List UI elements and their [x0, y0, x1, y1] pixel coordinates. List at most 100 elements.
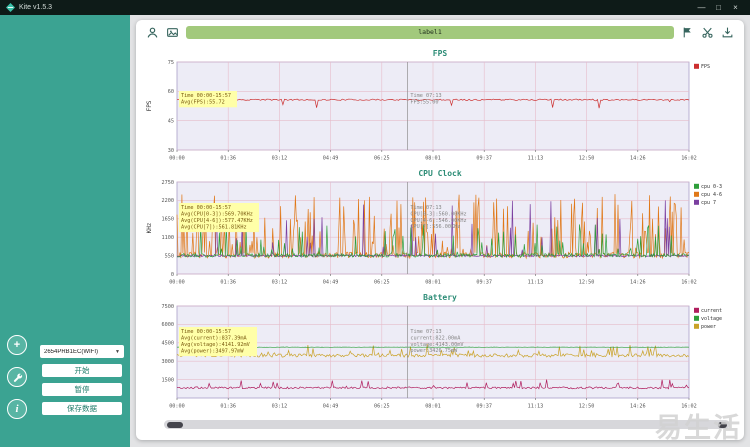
svg-text:08:01: 08:01 [425, 280, 441, 286]
svg-text:Time 00:00-15:57: Time 00:00-15:57 [181, 329, 231, 335]
chevron-down-icon: ▼ [115, 348, 120, 355]
pause-button[interactable]: 暂停 [42, 383, 122, 396]
user-icon[interactable] [146, 26, 159, 39]
svg-text:current: current [701, 308, 722, 314]
label-input[interactable]: label1 [186, 25, 674, 39]
svg-text:550: 550 [165, 253, 174, 259]
svg-text:14:26: 14:26 [630, 280, 646, 286]
svg-text:KHz: KHz [146, 222, 153, 233]
cpu-chart-block: CPU Clock 2750 2200 1650 1100 550 0 00:00 01:36… [144, 169, 736, 288]
svg-text:Time 07:13: Time 07:13 [410, 205, 441, 211]
svg-text:Time 07:13: Time 07:13 [410, 93, 441, 99]
svg-text:09:37: 09:37 [476, 280, 492, 286]
scrollbar-thumb[interactable] [167, 421, 183, 428]
start-button[interactable]: 开始 [42, 364, 122, 377]
svg-text:08:01: 08:01 [425, 156, 441, 162]
svg-text:06:25: 06:25 [374, 404, 390, 410]
svg-text:0: 0 [171, 272, 174, 278]
svg-text:CPU[0-3]:560.00KHz: CPU[0-3]:560.00KHz [410, 211, 466, 217]
svg-text:08:01: 08:01 [425, 404, 441, 410]
svg-text:power:3426.75mW: power:3426.75mW [410, 348, 458, 354]
svg-text:power: power [701, 324, 716, 330]
image-icon[interactable] [166, 26, 179, 39]
svg-text:00:00: 00:00 [169, 280, 185, 286]
fps-chart-title: FPS [432, 49, 448, 58]
close-button[interactable]: × [727, 0, 744, 15]
svg-text:FPS: FPS [146, 100, 153, 111]
scissors-icon[interactable] [701, 26, 714, 39]
svg-text:cpu 4-6: cpu 4-6 [701, 192, 722, 198]
svg-text:00:00: 00:00 [169, 156, 185, 162]
svg-text:cpu 0-3: cpu 0-3 [701, 184, 722, 190]
cpu-chart-title: CPU Clock [418, 169, 462, 178]
svg-text:12:50: 12:50 [579, 404, 595, 410]
svg-text:75: 75 [168, 60, 174, 66]
svg-text:Time 00:00-15:57: Time 00:00-15:57 [181, 93, 231, 99]
battery-chart-block: Battery 7500 6000 4500 3000 1500 00:00 01:36 03… [144, 293, 736, 412]
export-icon[interactable] [721, 26, 734, 39]
svg-text:09:37: 09:37 [476, 404, 492, 410]
svg-text:09:37: 09:37 [476, 156, 492, 162]
svg-text:60: 60 [168, 89, 174, 95]
svg-text:16:02: 16:02 [681, 280, 697, 286]
svg-text:6000: 6000 [162, 322, 175, 328]
svg-text:12:50: 12:50 [579, 280, 595, 286]
battery-chart[interactable]: 7500 6000 4500 3000 1500 00:00 01:36 03:12 04:49… [144, 303, 736, 412]
svg-text:45: 45 [168, 118, 174, 124]
svg-text:01:36: 01:36 [220, 404, 236, 410]
device-select[interactable]: 2654PRB1EC(WIFI) ▼ [40, 345, 124, 358]
svg-text:06:25: 06:25 [374, 156, 390, 162]
svg-text:1500: 1500 [162, 377, 175, 383]
svg-text:1650: 1650 [162, 217, 175, 223]
card-toolbar: label1 [144, 20, 736, 44]
svg-text:11:13: 11:13 [528, 156, 544, 162]
svg-text:Avg(FPS):55.72: Avg(FPS):55.72 [181, 100, 225, 106]
horizontal-scrollbar[interactable] [164, 420, 730, 429]
svg-text:06:25: 06:25 [374, 280, 390, 286]
tools-button[interactable] [7, 367, 27, 387]
main-panel: label1 FPS 75 60 45 30 00:00 01:36 03:12 04:49 0… [136, 20, 744, 440]
maximize-button[interactable]: □ [710, 0, 727, 15]
svg-text:11:13: 11:13 [528, 404, 544, 410]
fps-chart[interactable]: 75 60 45 30 00:00 01:36 03:12 04:49 06:25 08:01 09… [144, 59, 736, 164]
svg-text:04:49: 04:49 [323, 156, 339, 162]
svg-text:3000: 3000 [162, 359, 175, 365]
battery-chart-title: Battery [423, 293, 457, 302]
svg-text:11:13: 11:13 [528, 280, 544, 286]
svg-text:voltage: voltage [701, 316, 722, 322]
svg-text:CPU[7]:556.00KHz: CPU[7]:556.00KHz [410, 224, 460, 230]
device-select-value: 2654PRB1EC(WIFI) [44, 348, 99, 355]
svg-text:12:50: 12:50 [579, 156, 595, 162]
minimize-button[interactable]: — [693, 0, 710, 15]
scrollbar-right-button[interactable] [718, 421, 727, 428]
titlebar: Kite v1.5.3 — □ × [0, 0, 750, 15]
svg-text:14:26: 14:26 [630, 404, 646, 410]
svg-text:2750: 2750 [162, 180, 175, 186]
svg-text:voltage:4143.00mV: voltage:4143.00mV [410, 342, 463, 348]
svg-text:Avg(current):837.39mA: Avg(current):837.39mA [181, 336, 247, 342]
svg-text:01:36: 01:36 [220, 280, 236, 286]
save-data-button[interactable]: 保存数据 [42, 402, 122, 415]
add-button[interactable]: + [7, 335, 27, 355]
flag-icon[interactable] [681, 26, 694, 39]
svg-text:16:02: 16:02 [681, 404, 697, 410]
info-button[interactable]: i [7, 399, 27, 419]
plus-icon: + [13, 339, 21, 351]
fps-chart-block: FPS 75 60 45 30 00:00 01:36 03:12 04:49 06:25 08:… [144, 49, 736, 164]
svg-text:01:36: 01:36 [220, 156, 236, 162]
cpu-clock-chart[interactable]: 2750 2200 1650 1100 550 0 00:00 01:36 03:12 04:49… [144, 179, 736, 288]
svg-text:7500: 7500 [162, 304, 175, 310]
app-logo-icon [6, 3, 15, 12]
svg-text:Time 07:13: Time 07:13 [410, 329, 441, 335]
svg-text:16:02: 16:02 [681, 156, 697, 162]
svg-text:03:12: 03:12 [272, 280, 288, 286]
sidebar: + i 2654PRB1EC(WIFI) ▼ 开始 暂停 保存数据 [0, 15, 130, 447]
svg-text:Avg(CPU[7]):561.81KHz: Avg(CPU[7]):561.81KHz [181, 224, 247, 230]
svg-text:FPS:55.00: FPS:55.00 [410, 99, 438, 105]
svg-text:04:49: 04:49 [323, 280, 339, 286]
window-title: Kite v1.5.3 [19, 4, 53, 11]
svg-text:04:49: 04:49 [323, 404, 339, 410]
svg-text:FPS: FPS [701, 64, 710, 70]
svg-text:30: 30 [168, 148, 174, 154]
svg-text:4500: 4500 [162, 341, 175, 347]
